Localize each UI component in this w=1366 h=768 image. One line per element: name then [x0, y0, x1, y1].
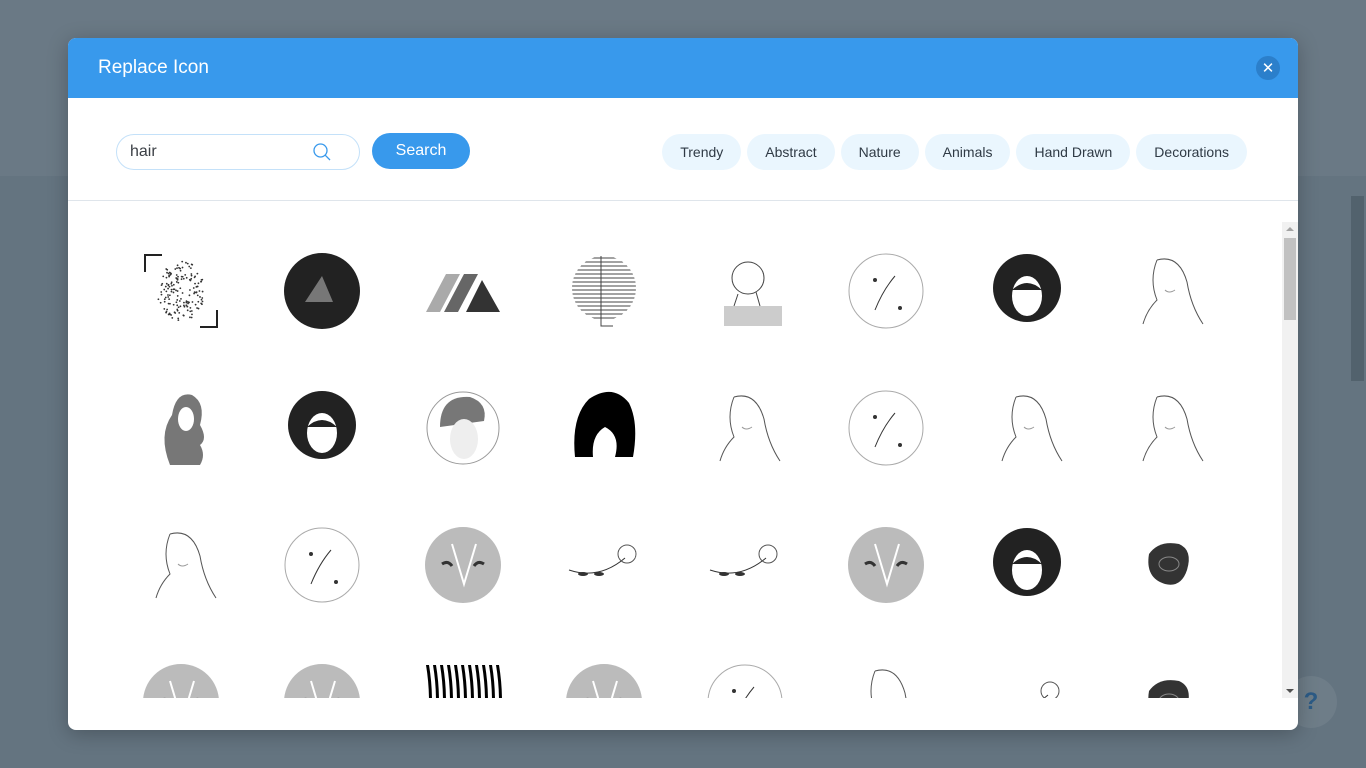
rose-gray-circle-2-icon [140, 661, 222, 699]
dark-rose-icon [1127, 524, 1209, 606]
icon-result-bird-wing[interactable] [674, 633, 815, 698]
background-scrollbar [1351, 196, 1364, 381]
scroll-up-arrow-icon[interactable] [1286, 227, 1294, 231]
scissors-gray-circle-icon [422, 524, 504, 606]
icon-result-statue-bust[interactable] [674, 222, 815, 359]
stripes-logo-icon [422, 250, 504, 332]
triangle-dark-circle-icon [281, 250, 363, 332]
icon-result-line-circle[interactable] [533, 222, 674, 359]
bird-wing-icon [704, 661, 786, 699]
fingerprint-frame-icon [140, 250, 222, 332]
icon-result-woman-sunglasses-moon[interactable] [251, 359, 392, 496]
replace-icon-dialog: Replace Icon ✕ Search Trendy Abstract Na… [68, 38, 1298, 730]
search-button[interactable]: Search [372, 133, 470, 169]
icon-result-triangle-dark-circle[interactable] [251, 222, 392, 359]
woman-long-hair-outline-icon [1127, 250, 1209, 332]
woman-tropical-leaves-icon [986, 524, 1068, 606]
icon-result-feather-circle[interactable] [815, 222, 956, 359]
icon-result-scissors-gray-circle[interactable] [392, 496, 533, 633]
icon-result-woman-long-hair-outline[interactable] [1097, 222, 1238, 359]
face-gray-circle-icon [281, 661, 363, 699]
icon-result-hand-rose[interactable] [674, 496, 815, 633]
icon-result-woman-hat[interactable] [956, 222, 1097, 359]
scrollbar-thumb[interactable] [1284, 238, 1296, 320]
moon-stars-icon [563, 661, 645, 699]
woman-leaves-hair-icon [986, 387, 1068, 469]
icon-result-fingerprint-frame[interactable] [110, 222, 251, 359]
icon-result-rose-gray-circle-2[interactable] [110, 633, 251, 698]
category-decorations[interactable]: Decorations [1136, 134, 1247, 170]
icon-result-woman-tropical-leaves[interactable] [956, 496, 1097, 633]
feather-circle-icon [845, 250, 927, 332]
leaf-outline-icon [845, 661, 927, 699]
icon-result-woman-leaves-outline[interactable] [1097, 359, 1238, 496]
icon-result-leaf-outline[interactable] [815, 633, 956, 698]
icon-grid [68, 222, 1282, 698]
icon-result-wavy-hair-woman[interactable] [110, 359, 251, 496]
dialog-header: Replace Icon ✕ [68, 38, 1298, 98]
category-hand-drawn[interactable]: Hand Drawn [1016, 134, 1130, 170]
woman-rose-circle-icon [845, 387, 927, 469]
rose-branch-icon [563, 524, 645, 606]
icon-result-woman-rose-circle[interactable] [815, 359, 956, 496]
dialog-title: Replace Icon [98, 57, 209, 79]
hand-rose-icon [704, 524, 786, 606]
woman-rose-hair-icon [140, 524, 222, 606]
queen-bee-icon [1127, 661, 1209, 699]
bob-hair-outline-icon [704, 387, 786, 469]
icon-result-black-bob-hair[interactable] [533, 359, 674, 496]
icon-result-bob-hair-outline[interactable] [674, 359, 815, 496]
close-button[interactable]: ✕ [1256, 56, 1280, 80]
icon-result-zebra-stripes[interactable] [392, 633, 533, 698]
scroll-down-arrow-icon[interactable] [1286, 689, 1294, 693]
icon-result-face-gray-circle[interactable] [251, 633, 392, 698]
icon-result-woman-flower-circle[interactable] [392, 359, 533, 496]
wavy-hair-woman-icon [140, 387, 222, 469]
bird-branch-icon [986, 661, 1068, 699]
category-abstract[interactable]: Abstract [747, 134, 834, 170]
woman-leaves-outline-icon [1127, 387, 1209, 469]
search-toolbar: Search Trendy Abstract Nature Animals Ha… [68, 98, 1298, 201]
category-animals[interactable]: Animals [925, 134, 1011, 170]
results-scrollbar[interactable] [1282, 222, 1298, 698]
icon-result-scissors-leaves-circle[interactable] [251, 496, 392, 633]
icon-result-woman-leaves-hair[interactable] [956, 359, 1097, 496]
statue-bust-icon [704, 250, 786, 332]
category-filters: Trendy Abstract Nature Animals Hand Draw… [662, 134, 1247, 170]
close-icon: ✕ [1262, 59, 1275, 77]
black-bob-hair-icon [563, 387, 645, 469]
zebra-stripes-icon [422, 661, 504, 699]
icon-result-stripes-logo[interactable] [392, 222, 533, 359]
woman-flower-circle-icon [422, 387, 504, 469]
icon-result-rose-gray-circle[interactable] [815, 496, 956, 633]
icon-result-bird-branch[interactable] [956, 633, 1097, 698]
woman-hat-icon [986, 250, 1068, 332]
icon-result-woman-rose-hair[interactable] [110, 496, 251, 633]
search-icon[interactable] [312, 142, 332, 162]
icon-result-dark-rose[interactable] [1097, 496, 1238, 633]
line-circle-icon [563, 250, 645, 332]
rose-gray-circle-icon [845, 524, 927, 606]
category-nature[interactable]: Nature [841, 134, 919, 170]
scissors-leaves-circle-icon [281, 524, 363, 606]
icon-results [68, 222, 1282, 698]
icon-result-queen-bee[interactable] [1097, 633, 1238, 698]
icon-result-moon-stars[interactable] [533, 633, 674, 698]
icon-result-rose-branch[interactable] [533, 496, 674, 633]
category-trendy[interactable]: Trendy [662, 134, 741, 170]
woman-sunglasses-moon-icon [281, 387, 363, 469]
